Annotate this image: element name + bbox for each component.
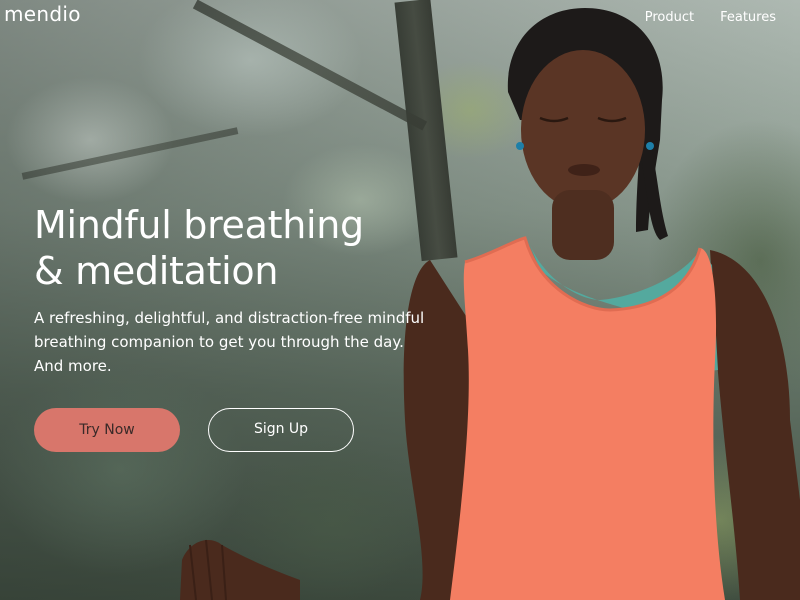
hero-title-line: & meditation [34,249,279,293]
hero-subtitle-line: A refreshing, delightful, and distractio… [34,309,425,327]
hero-subtitle: A refreshing, delightful, and distractio… [34,306,425,378]
hero-title-line: Mindful breathing [34,203,364,247]
nav-features-link[interactable]: Features [720,10,776,25]
sign-up-button[interactable]: Sign Up [208,408,354,452]
top-nav: Product Features [645,10,776,25]
brand-logo[interactable]: mendio [4,2,81,26]
try-now-button[interactable]: Try Now [34,408,180,452]
nav-product-link[interactable]: Product [645,10,694,25]
hero-background-photo [0,0,800,600]
meditating-woman-figure [180,8,800,600]
hero-subtitle-line: And more. [34,357,112,375]
hero-title: Mindful breathing & meditation [34,202,434,294]
hero-subtitle-line: breathing companion to get you through t… [34,333,404,351]
